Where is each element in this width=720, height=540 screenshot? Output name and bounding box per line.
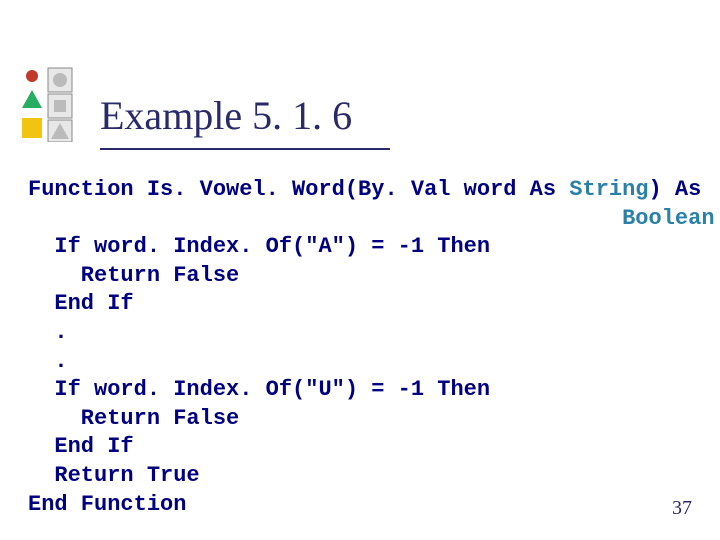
title-underline <box>100 148 390 150</box>
code-type: Boolean <box>622 206 714 231</box>
code-line <box>28 206 622 231</box>
code-line: . <box>28 320 68 345</box>
code-type: String <box>569 177 648 202</box>
code-line: End Function <box>28 492 186 517</box>
code-line: End If <box>28 291 134 316</box>
code-line: Return False <box>28 263 239 288</box>
code-line: . <box>28 349 68 374</box>
slide-title: Example 5. 1. 6 <box>100 92 352 139</box>
slide-logo-icon <box>18 60 76 142</box>
code-line: Function Is. Vowel. Word(By. Val word As <box>28 177 569 202</box>
code-line: Return False <box>28 406 239 431</box>
code-line: Return True <box>28 463 200 488</box>
code-line: ) As <box>649 177 702 202</box>
code-line: End If <box>28 434 134 459</box>
slide: Example 5. 1. 6 Function Is. Vowel. Word… <box>0 0 720 540</box>
code-line: If word. Index. Of("U") = -1 Then <box>28 377 490 402</box>
code-line: If word. Index. Of("A") = -1 Then <box>28 234 490 259</box>
code-block: Function Is. Vowel. Word(By. Val word As… <box>28 176 692 519</box>
page-number: 37 <box>672 497 692 520</box>
